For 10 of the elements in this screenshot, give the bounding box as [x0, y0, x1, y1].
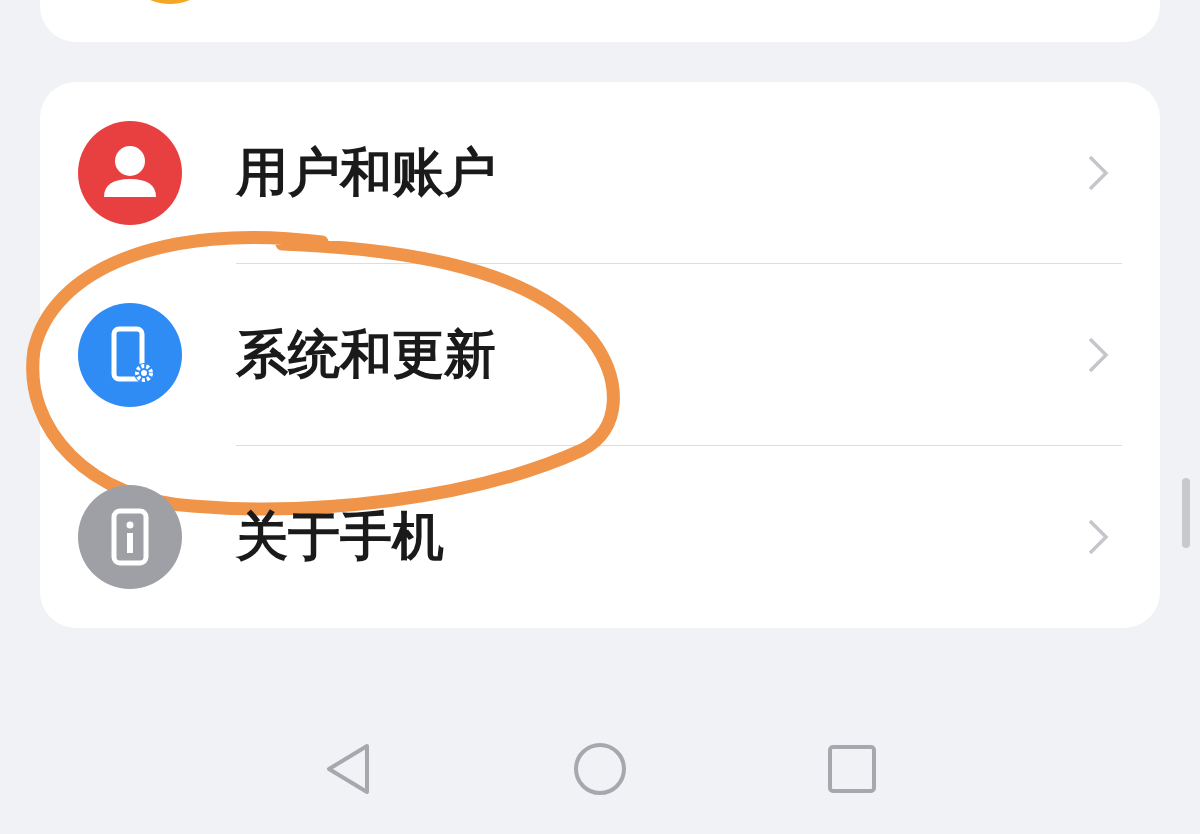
- info-icon: [78, 485, 182, 589]
- menu-item-label[interactable]: 用户和账户: [236, 137, 496, 208]
- menu-item-label[interactable]: 关于手机: [236, 502, 444, 572]
- user-icon: [78, 121, 182, 225]
- scrollbar: [1182, 478, 1190, 548]
- recents-icon[interactable]: [827, 744, 877, 794]
- phone-settings-icon: [78, 303, 182, 407]
- chevron-icon: [1086, 517, 1110, 557]
- menu-item-label[interactable]: 系统和更新: [236, 319, 496, 390]
- home-icon[interactable]: [573, 742, 627, 796]
